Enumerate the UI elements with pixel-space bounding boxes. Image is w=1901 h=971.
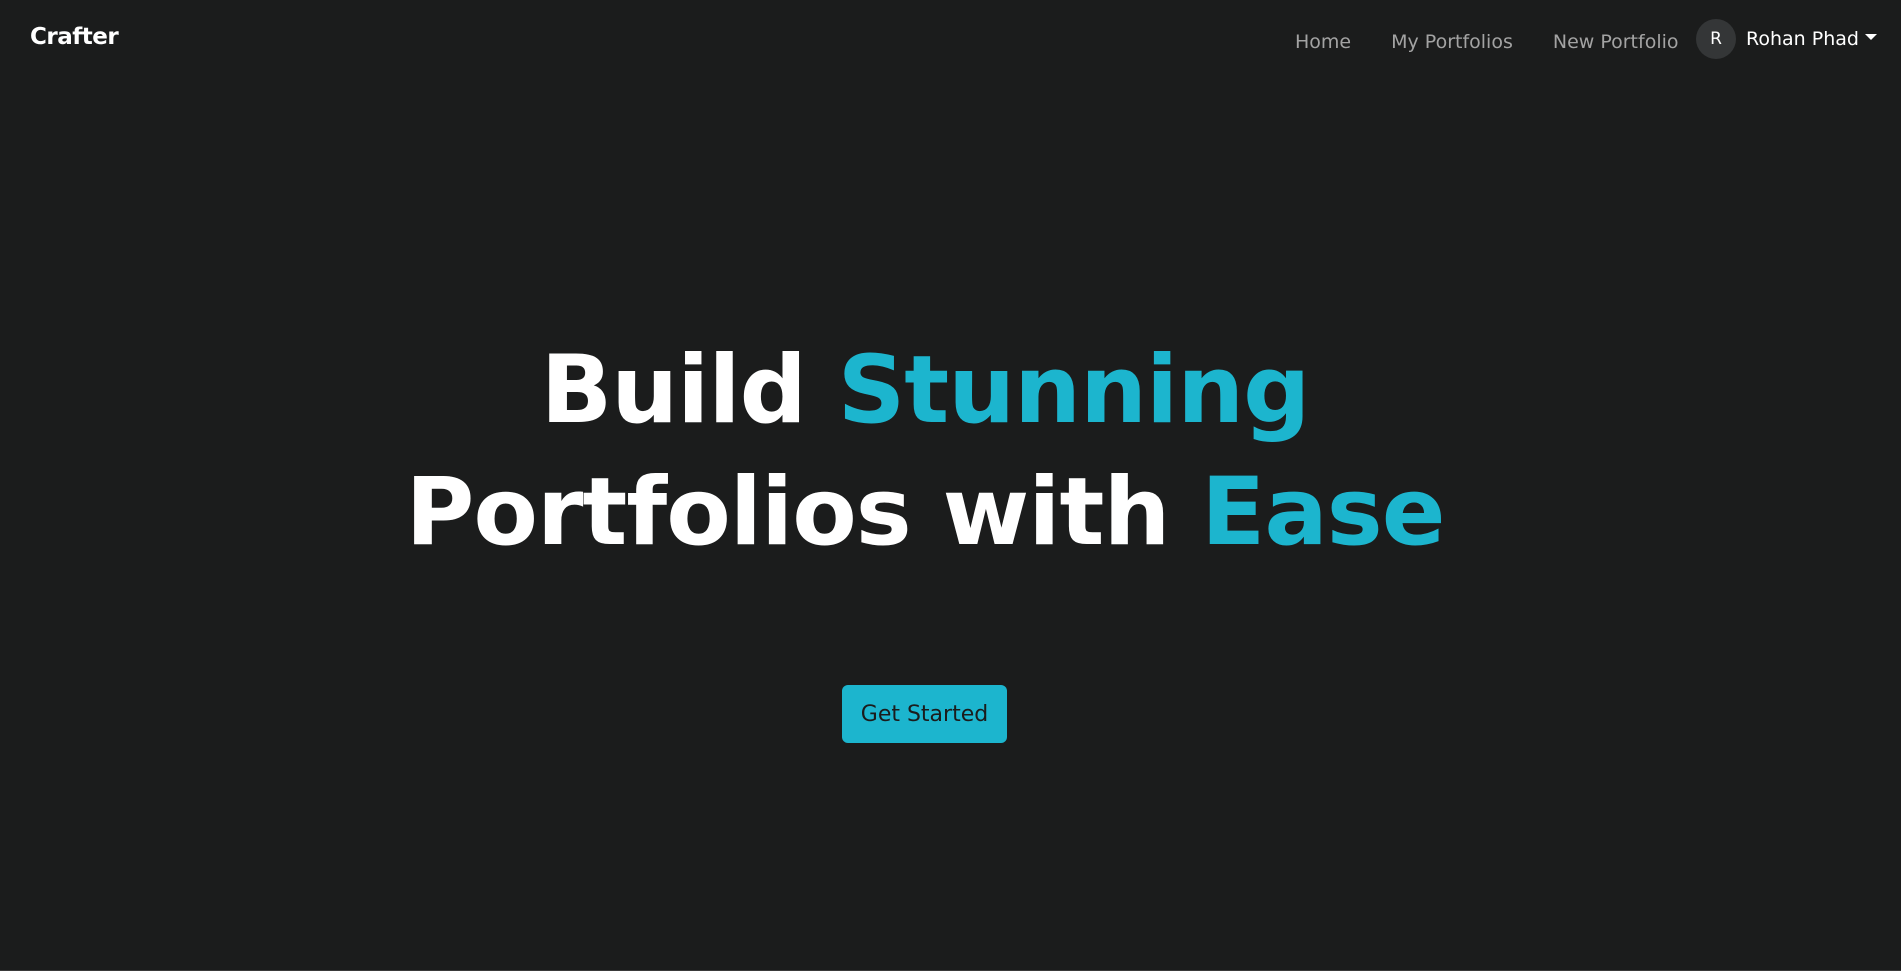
hero-title: Build Stunning Portfolios with Ease xyxy=(0,330,1850,574)
nav-link-new-portfolio[interactable]: New Portfolio xyxy=(1553,31,1679,53)
nav-links: Home My Portfolios New Portfolio xyxy=(1295,31,1719,53)
brand-logo[interactable]: Crafter xyxy=(30,24,119,50)
hero-title-line1-plain: Build xyxy=(540,336,838,445)
hero-title-line1-accent: Stunning xyxy=(837,336,1311,445)
user-name[interactable]: Rohan Phad xyxy=(1746,28,1859,50)
nav-link-home[interactable]: Home xyxy=(1295,31,1351,53)
landing-page: Crafter Home My Portfolios New Portfolio… xyxy=(0,0,1901,971)
hero-section: Build Stunning Portfolios with Ease xyxy=(0,330,1850,574)
hero-title-line2-accent: Ease xyxy=(1201,458,1445,567)
top-navbar: Crafter Home My Portfolios New Portfolio… xyxy=(0,0,1901,84)
caret-down-icon[interactable] xyxy=(1864,34,1877,40)
avatar[interactable]: R xyxy=(1696,19,1736,59)
nav-link-my-portfolios[interactable]: My Portfolios xyxy=(1391,31,1513,53)
user-menu-dropdown[interactable]: R Rohan Phad xyxy=(1696,19,1877,59)
get-started-button[interactable]: Get Started xyxy=(842,685,1007,743)
hero-title-line2-plain: Portfolios with xyxy=(405,458,1202,567)
